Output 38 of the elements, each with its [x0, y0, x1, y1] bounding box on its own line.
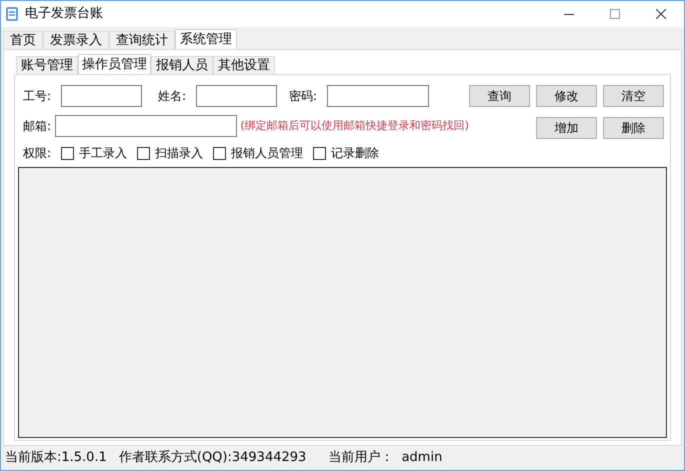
action-button[interactable]: 增加: [536, 117, 597, 139]
checkbox-label: 报销人员管理: [231, 145, 303, 162]
maximize-icon: [610, 9, 620, 19]
field-label: 密码:: [289, 88, 318, 105]
tab[interactable]: 系统管理: [175, 29, 237, 49]
checkbox-label: 记录删除: [331, 145, 379, 162]
checkbox[interactable]: [137, 146, 150, 160]
close-icon: [656, 9, 666, 19]
field-label: 邮箱:: [23, 118, 52, 135]
tab[interactable]: 首页: [3, 31, 43, 49]
tab[interactable]: 发票录入: [43, 31, 109, 49]
window-title: 电子发票台账: [25, 5, 103, 24]
checkbox[interactable]: [313, 146, 326, 160]
app-icon: [5, 7, 19, 21]
email-hint: (绑定邮箱后可以使用邮箱快捷登录和密码找回): [240, 118, 469, 134]
input-field[interactable]: [61, 85, 142, 107]
status-text: 当前版本:1.5.0.1: [5, 449, 107, 468]
tab[interactable]: 报销人员: [151, 56, 213, 74]
tab[interactable]: 操作员管理: [78, 54, 151, 74]
field-label: 工号:: [23, 88, 52, 105]
checkbox[interactable]: [213, 146, 226, 160]
action-button[interactable]: 修改: [536, 85, 597, 107]
status-text: 当前用户： admin: [328, 449, 442, 468]
action-button[interactable]: 查询: [469, 85, 530, 107]
input-field[interactable]: [327, 85, 429, 107]
action-button[interactable]: 清空: [603, 85, 664, 107]
tab[interactable]: 查询统计: [109, 31, 175, 49]
status-text: 作者联系方式(QQ):349344293: [118, 449, 306, 468]
checkbox-label: 扫描录入: [155, 145, 203, 162]
field-label: 姓名:: [158, 88, 188, 105]
email-field[interactable]: [55, 115, 238, 137]
tab[interactable]: 其他设置: [213, 56, 275, 74]
input-field[interactable]: [196, 85, 277, 107]
tab[interactable]: 账号管理: [16, 56, 78, 74]
action-button[interactable]: 删除: [603, 117, 664, 139]
checkbox[interactable]: [61, 146, 74, 160]
field-label: 权限:: [23, 145, 52, 162]
checkbox-label: 手工录入: [79, 145, 127, 162]
